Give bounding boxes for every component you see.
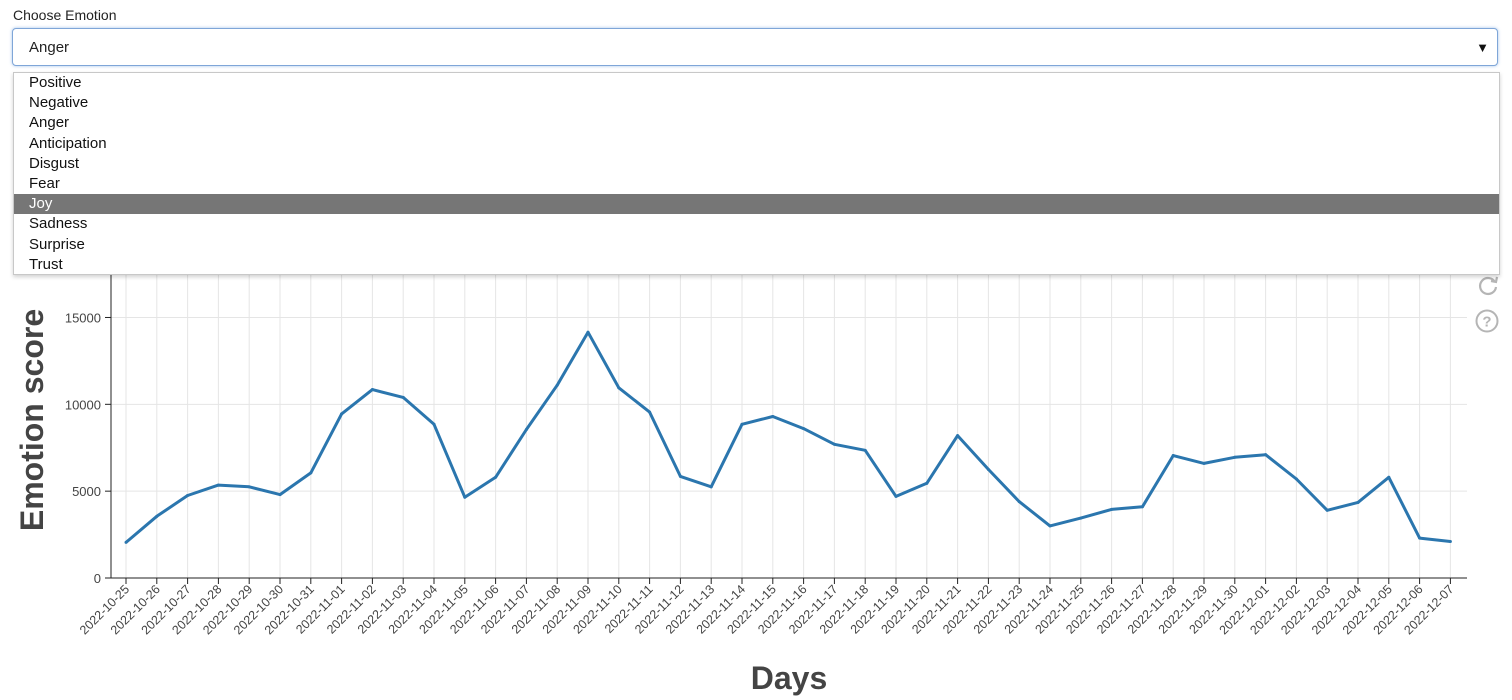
data-point — [1171, 454, 1175, 458]
dropdown-option-surprise[interactable]: Surprise — [14, 235, 1499, 255]
y-tick-label: 15000 — [65, 310, 101, 325]
data-point — [247, 485, 251, 489]
y-tick-label: 5000 — [72, 484, 101, 499]
data-point — [370, 388, 374, 392]
dropdown-option-negative[interactable]: Negative — [14, 93, 1499, 113]
data-point — [1264, 453, 1268, 457]
data-point — [586, 330, 590, 334]
data-point — [617, 386, 621, 390]
help-glyph: ? — [1482, 314, 1491, 331]
dropdown-option-disgust[interactable]: Disgust — [14, 154, 1499, 174]
data-point — [524, 428, 528, 431]
data-point — [1110, 507, 1114, 511]
app-root: 0 5000 10000 15000 2022-10-25 2022-10-26 2022-… — [0, 0, 1512, 700]
data-point — [494, 475, 498, 479]
dropdown-option-fear[interactable]: Fear — [14, 174, 1499, 194]
y-tick-label: 0 — [94, 571, 101, 586]
data-point — [1294, 477, 1298, 481]
data-point — [709, 485, 713, 489]
dropdown-option-sadness[interactable]: Sadness — [14, 214, 1499, 234]
data-point — [340, 412, 344, 416]
dropdown-option-positive[interactable]: Positive — [14, 73, 1499, 93]
emotion-dropdown-list[interactable]: Positive Negative Anger Anticipation Disgust… — [13, 72, 1500, 275]
data-point — [986, 467, 990, 471]
help-icon[interactable]: ? — [1475, 308, 1501, 334]
data-point — [432, 422, 436, 426]
data-point — [1418, 536, 1422, 540]
data-point — [648, 410, 652, 414]
data-point — [832, 442, 836, 446]
dropdown-option-anger[interactable]: Anger — [14, 113, 1499, 133]
data-point — [155, 514, 159, 518]
data-point — [1233, 455, 1237, 459]
dropdown-option-trust[interactable]: Trust — [14, 255, 1499, 275]
data-point — [309, 471, 313, 475]
data-point — [1079, 516, 1083, 520]
data-point — [1325, 508, 1329, 512]
dropdown-option-anticipation[interactable]: Anticipation — [14, 134, 1499, 154]
data-point — [1202, 461, 1206, 465]
data-point — [894, 494, 898, 498]
data-point — [463, 495, 467, 499]
data-point — [771, 414, 775, 418]
data-point — [925, 481, 929, 485]
y-axis-label: Emotion score — [14, 309, 50, 531]
data-point — [278, 493, 282, 497]
data-point — [1448, 540, 1452, 544]
x-axis-label: Days — [751, 660, 828, 696]
data-point — [1387, 475, 1391, 479]
reset-icon[interactable] — [1475, 272, 1501, 298]
data-point — [740, 422, 744, 426]
data-point — [1017, 500, 1021, 504]
grid — [111, 248, 1467, 578]
data-point — [1140, 505, 1144, 509]
y-tick-label: 10000 — [65, 397, 101, 412]
series-line — [125, 330, 1451, 544]
data-point — [1048, 524, 1052, 528]
data-point — [802, 427, 806, 431]
data-point — [186, 494, 190, 497]
data-point — [1356, 500, 1360, 504]
dropdown-option-joy[interactable]: Joy — [14, 194, 1499, 215]
data-point — [555, 383, 559, 387]
data-point — [216, 483, 220, 487]
data-point — [863, 448, 867, 452]
data-point — [678, 474, 682, 478]
data-point — [956, 434, 960, 438]
data-point — [401, 395, 405, 399]
data-point — [124, 540, 128, 544]
